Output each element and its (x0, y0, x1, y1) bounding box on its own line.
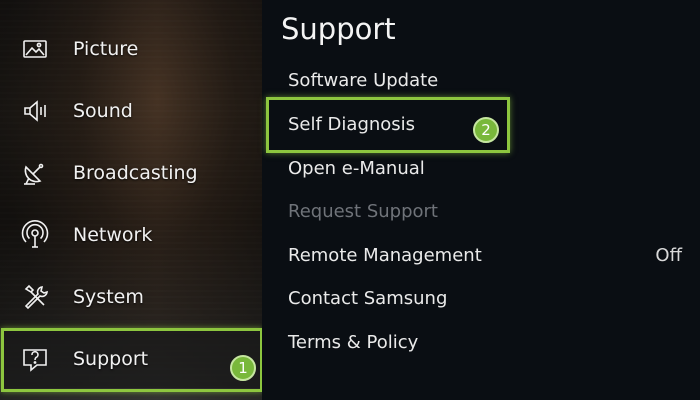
nav-item-picture[interactable]: Picture (0, 20, 262, 78)
tools-icon (20, 282, 50, 312)
menu-item-request-support: Request Support (262, 191, 700, 231)
menu-item-label: Software Update (288, 69, 439, 91)
page-title: Support (281, 12, 396, 46)
menu-item-label: Request Support (288, 200, 438, 222)
menu-item-label: Remote Management (288, 244, 482, 266)
settings-category-menu: Picture Sound Broadcasting Network Syste… (0, 0, 262, 400)
step-badge: 1 (230, 355, 256, 381)
nav-item-system[interactable]: System (0, 268, 262, 326)
nav-item-label: Broadcasting (73, 162, 198, 184)
nav-item-sound[interactable]: Sound (0, 82, 262, 140)
menu-item-label: Open e-Manual (288, 157, 425, 179)
nav-item-label: System (73, 286, 144, 308)
remote-management-value: Off (655, 244, 682, 266)
speaker-icon (20, 96, 50, 126)
nav-item-label: Network (73, 224, 153, 246)
network-antenna-icon (20, 220, 50, 250)
menu-item-software-update[interactable]: Software Update (262, 60, 700, 100)
nav-item-broadcasting[interactable]: Broadcasting (0, 144, 262, 202)
support-submenu: Support Software Update Self Diagnosis O… (262, 0, 700, 400)
menu-item-contact-samsung[interactable]: Contact Samsung (262, 278, 700, 318)
nav-item-network[interactable]: Network (0, 206, 262, 264)
step-badge: 2 (473, 117, 499, 143)
menu-item-remote-management[interactable]: Remote Management Off (262, 235, 700, 275)
picture-icon (20, 34, 50, 64)
step-highlight-frame (1, 328, 262, 392)
menu-item-terms-policy[interactable]: Terms & Policy (262, 322, 700, 362)
nav-item-label: Picture (73, 38, 139, 60)
nav-item-label: Sound (73, 100, 133, 122)
menu-item-label: Contact Samsung (288, 287, 448, 309)
menu-item-open-e-manual[interactable]: Open e-Manual (262, 148, 700, 188)
satellite-dish-icon (20, 158, 50, 188)
menu-item-label: Terms & Policy (288, 331, 419, 353)
